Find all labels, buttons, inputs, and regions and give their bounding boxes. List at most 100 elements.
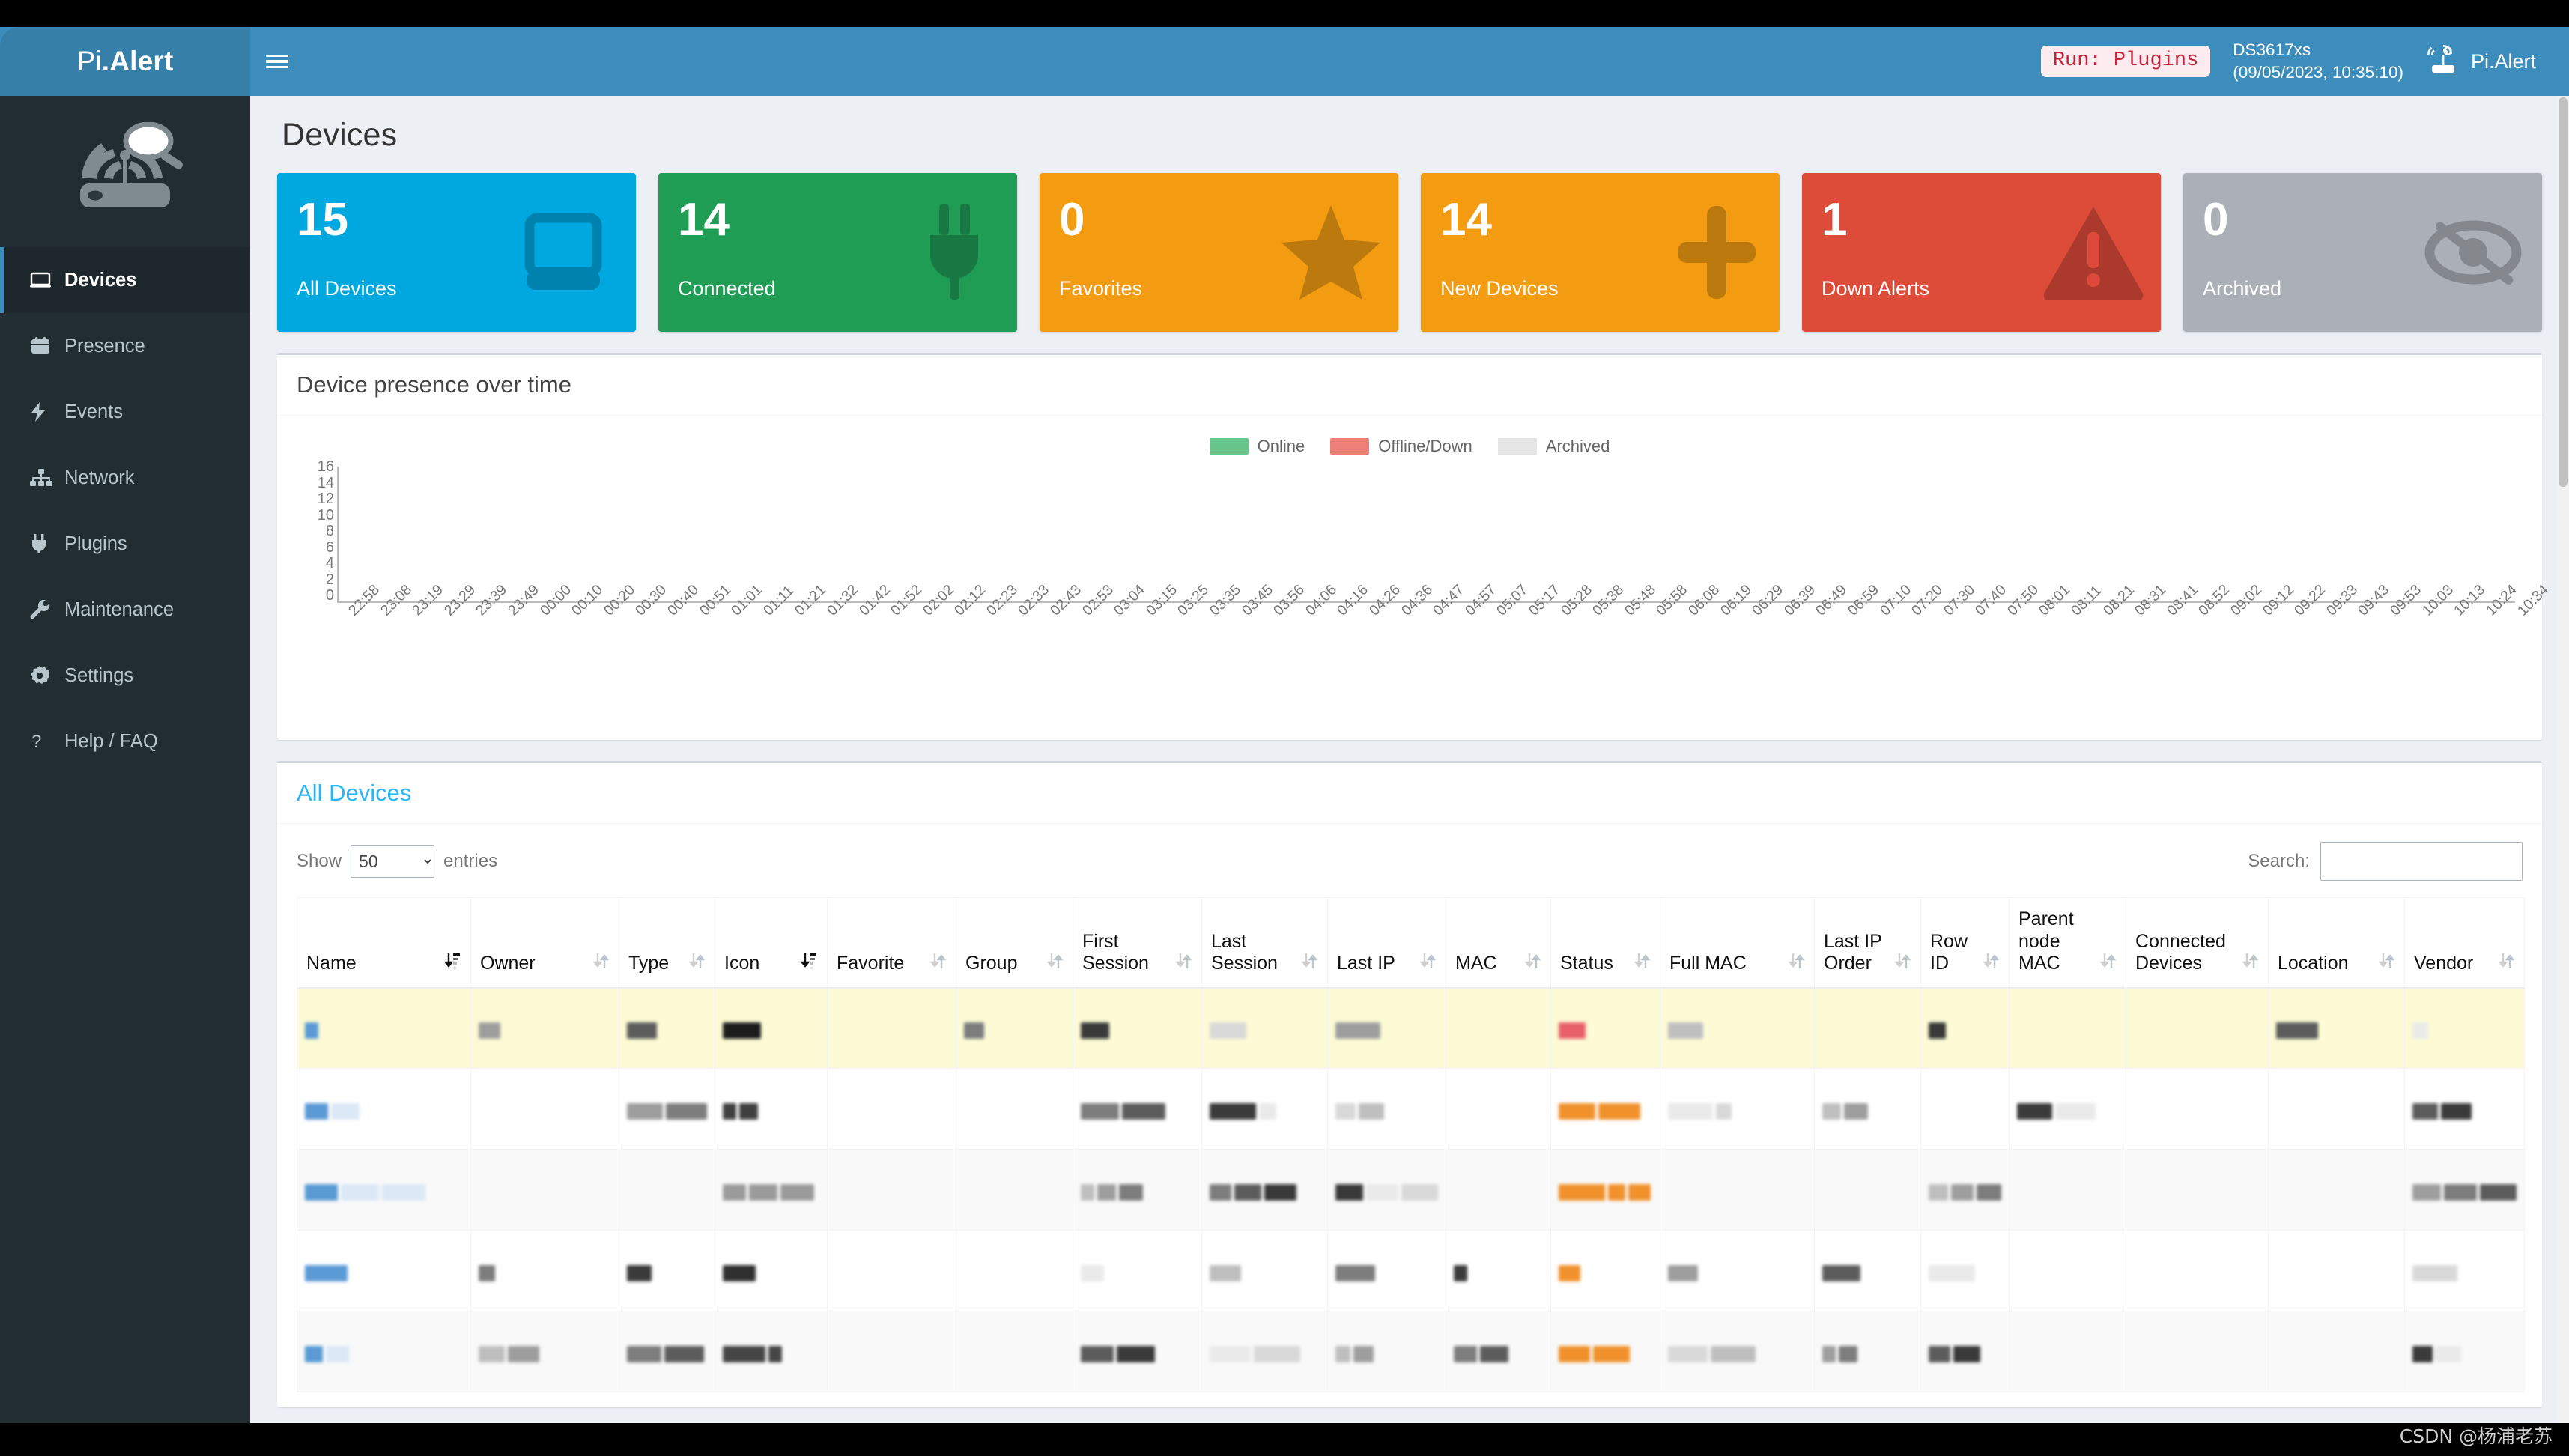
table-cell <box>1660 1311 1815 1392</box>
x-tick: 23:29 <box>435 581 479 693</box>
sort-icon[interactable] <box>1046 952 1064 975</box>
table-column-header[interactable]: Row ID <box>1920 897 2010 989</box>
sort-active-icon[interactable] <box>800 952 818 975</box>
table-column-header[interactable]: First Session <box>1073 897 1202 989</box>
star-icon <box>1280 204 1382 301</box>
table-column-header[interactable]: Last Session <box>1201 897 1328 989</box>
sidebar-item-network[interactable]: Network <box>0 445 250 511</box>
sidebar-item-help-faq[interactable]: ? Help / FAQ <box>0 709 250 774</box>
table-column-header[interactable]: Icon <box>715 897 828 989</box>
svg-text:?: ? <box>31 732 41 751</box>
sidebar-item-settings[interactable]: Settings <box>0 643 250 709</box>
sort-icon[interactable] <box>1788 952 1805 975</box>
legend-label: Online <box>1257 437 1305 455</box>
table-cell <box>956 1149 1073 1231</box>
column-header-label: Last Session <box>1211 930 1278 974</box>
stat-card-archived[interactable]: 0 Archived <box>2183 173 2542 332</box>
table-cell <box>2009 1230 2126 1311</box>
table-column-header[interactable]: Group <box>956 897 1073 989</box>
table-column-header[interactable]: Last IP Order <box>1814 897 1921 989</box>
stat-card-down-alerts[interactable]: 1 Down Alerts <box>1802 173 2161 332</box>
table-column-header[interactable]: Status <box>1550 897 1660 989</box>
table-column-header[interactable]: Last IP <box>1327 897 1446 989</box>
sidebar-item-presence[interactable]: Presence <box>0 313 250 379</box>
sidebar-item-maintenance[interactable]: Maintenance <box>0 577 250 643</box>
sort-icon[interactable] <box>2498 952 2515 975</box>
sort-icon[interactable] <box>688 952 706 975</box>
plug-icon <box>30 534 64 553</box>
table-column-header[interactable]: Vendor <box>2404 897 2525 989</box>
sort-icon[interactable] <box>1983 952 2000 975</box>
x-tick: 22:58 <box>339 581 383 693</box>
stat-card-all-devices[interactable]: 15 All Devices <box>277 173 636 332</box>
table-column-header[interactable]: Owner <box>470 897 619 989</box>
sort-icon[interactable] <box>929 952 947 975</box>
stat-card-new-devices[interactable]: 14 New Devices <box>1421 173 1780 332</box>
x-tick: 00:20 <box>595 581 638 693</box>
table-column-header[interactable]: Type <box>619 897 715 989</box>
table-cell <box>715 1230 828 1311</box>
redacted-value <box>664 1345 704 1362</box>
table-cell <box>1201 1149 1328 1231</box>
sort-icon[interactable] <box>1634 952 1651 975</box>
table-cell <box>2268 1230 2405 1311</box>
column-header-label: Favorite <box>837 953 905 974</box>
hamburger-icon[interactable] <box>250 27 304 96</box>
sort-icon[interactable] <box>592 952 610 975</box>
user-menu[interactable]: Pi.Alert <box>2426 44 2544 79</box>
x-tick: 09:02 <box>2221 581 2265 693</box>
table-column-header[interactable]: MAC <box>1446 897 1551 989</box>
table-cell <box>715 1068 828 1150</box>
x-tick-label: 10:34 <box>2514 581 2553 619</box>
stat-card-favorites[interactable]: 0 Favorites <box>1040 173 1398 332</box>
stat-card-connected[interactable]: 14 Connected <box>658 173 1017 332</box>
chart-x-axis: 22:58 23:08 23:19 23:29 23:39 23:49 00:00 00:10… <box>337 581 2552 693</box>
gear-icon <box>30 666 64 685</box>
table-cell <box>470 987 619 1069</box>
sidebar-item-events[interactable]: Events <box>0 379 250 445</box>
table-column-header[interactable]: Parent node MAC <box>2009 897 2126 989</box>
redacted-value <box>2276 1022 2318 1039</box>
app-logo[interactable]: Pi.Alert <box>0 27 250 96</box>
table-row[interactable] <box>297 1068 2525 1150</box>
sort-icon[interactable] <box>2378 952 2395 975</box>
table-cell <box>2126 1068 2269 1150</box>
table-column-header[interactable]: Full MAC <box>1660 897 1815 989</box>
table-row[interactable] <box>297 987 2525 1069</box>
table-row[interactable] <box>297 1149 2525 1231</box>
table-cell <box>2268 1149 2405 1231</box>
run-plugins-badge[interactable]: Run: Plugins <box>2040 46 2211 77</box>
redacted-value <box>1254 1345 1300 1362</box>
sidebar-item-devices[interactable]: Devices <box>0 247 250 313</box>
search-input[interactable] <box>2320 842 2523 881</box>
devices-box-title[interactable]: All Devices <box>297 780 2523 807</box>
table-cell <box>2404 1311 2525 1392</box>
sort-icon[interactable] <box>1301 952 1318 975</box>
sort-icon[interactable] <box>1175 952 1192 975</box>
table-cell <box>2404 1149 2525 1231</box>
table-column-header[interactable]: Connected Devices <box>2126 897 2269 989</box>
redacted-value <box>1716 1102 1732 1120</box>
sidebar-item-plugins[interactable]: Plugins <box>0 511 250 577</box>
x-tick: 00:30 <box>626 581 670 693</box>
sort-icon[interactable] <box>1894 952 1911 975</box>
sort-icon[interactable] <box>1419 952 1437 975</box>
sort-icon[interactable] <box>1524 952 1541 975</box>
x-tick: 08:01 <box>2030 581 2073 693</box>
table-row[interactable] <box>297 1230 2525 1311</box>
table-column-header[interactable]: Name <box>297 897 471 989</box>
table-column-header[interactable]: Favorite <box>827 897 956 989</box>
table-cell <box>2009 1311 2126 1392</box>
table-row[interactable] <box>297 1311 2525 1392</box>
entries-select[interactable]: 102550100 <box>351 845 435 878</box>
table-column-header[interactable]: Location <box>2268 897 2405 989</box>
eye-slash-icon <box>2421 206 2526 299</box>
sort-icon[interactable] <box>2242 952 2259 975</box>
page-vertical-scrollbar[interactable] <box>2557 96 2569 1423</box>
page-scroll-thumb[interactable] <box>2559 97 2568 487</box>
redacted-value <box>1335 1183 1363 1201</box>
sort-icon[interactable] <box>2099 952 2117 975</box>
sort-active-icon[interactable] <box>443 952 461 975</box>
redacted-value <box>749 1183 777 1201</box>
y-tick-label: 10 <box>317 506 334 524</box>
